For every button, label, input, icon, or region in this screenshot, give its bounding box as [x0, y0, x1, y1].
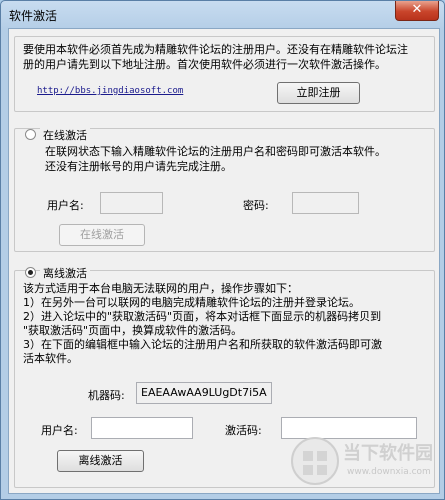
offline-username-label: 用户名:: [41, 424, 78, 437]
online-username-label: 用户名:: [47, 199, 84, 212]
close-icon: ✕: [411, 2, 423, 17]
register-notice-line: 册的用户请先到以下地址注册。首次使用软件必须进行一次软件激活操作。: [23, 58, 386, 71]
offline-activation-radio[interactable]: [25, 267, 36, 278]
offline-description-line: 3）在下面的编辑框中输入论坛的注册用户名和所获取的软件激活码即可激: [23, 338, 382, 351]
offline-activation-label[interactable]: 离线激活: [40, 265, 90, 281]
online-description-line: 还没有注册帐号的用户请先完成注册。: [45, 160, 232, 173]
online-password-input[interactable]: [292, 192, 359, 214]
offline-description-line: 1）在另外一台可以联网的电脑完成精雕软件论坛的注册并登录论坛。: [23, 296, 360, 309]
offline-description: 该方式适用于本台电脑无法联网的用户，操作步骤如下： 1）在另外一台可以联网的电脑…: [23, 282, 382, 366]
offline-username-input[interactable]: [91, 417, 193, 439]
offline-activate-button[interactable]: 离线激活: [57, 450, 144, 472]
online-password-label: 密码:: [243, 199, 269, 212]
watermark-site: www.downxia.com: [347, 467, 431, 477]
online-activation-radio[interactable]: [25, 129, 36, 140]
watermark: 当下软件园 www.downxia.com: [289, 431, 437, 491]
online-activate-button[interactable]: 在线激活: [59, 224, 145, 246]
watermark-brand: 当下软件园: [343, 443, 433, 464]
machine-code-field[interactable]: EAEAAwAA9LUgDt7i5A: [136, 382, 272, 404]
activation-code-label: 激活码:: [225, 424, 262, 437]
offline-description-line: 2）进入论坛中的"获取激活码"页面，将本对话框下面显示的机器码拷贝到: [23, 310, 382, 323]
watermark-logo-icon: [291, 437, 339, 485]
register-now-button[interactable]: 立即注册: [277, 82, 360, 104]
offline-description-line: "获取激活码"页面中，换算成软件的激活码。: [23, 324, 243, 337]
title-bar[interactable]: 软件激活 ✕: [1, 1, 444, 27]
register-group: 要使用本软件必须首先成为精雕软件论坛的注册用户。还没有在精雕软件论坛注 册的用户…: [14, 36, 435, 112]
close-button[interactable]: ✕: [395, 1, 439, 21]
dialog-client-area: 要使用本软件必须首先成为精雕软件论坛的注册用户。还没有在精雕软件论坛注 册的用户…: [8, 28, 440, 494]
radio-dot-icon: [28, 270, 33, 275]
machine-code-label: 机器码:: [88, 389, 125, 402]
activation-window: 软件激活 ✕ 要使用本软件必须首先成为精雕软件论坛的注册用户。还没有在精雕软件论…: [0, 0, 445, 500]
online-description: 在联网状态下输入精雕软件论坛的注册用户名和密码即可激活本软件。 还没有注册帐号的…: [45, 144, 386, 174]
online-username-input[interactable]: [100, 192, 163, 214]
online-activation-label[interactable]: 在线激活: [40, 127, 90, 143]
offline-description-line: 该方式适用于本台电脑无法联网的用户，操作步骤如下：: [23, 282, 298, 295]
online-activation-group: 在线激活 在联网状态下输入精雕软件论坛的注册用户名和密码即可激活本软件。 还没有…: [14, 127, 435, 252]
window-title: 软件激活: [9, 9, 58, 23]
register-url-link[interactable]: http://bbs.jingdiaosoft.com: [37, 86, 183, 96]
online-description-line: 在联网状态下输入精雕软件论坛的注册用户名和密码即可激活本软件。: [45, 145, 386, 158]
offline-description-line: 活本软件。: [23, 352, 78, 365]
register-notice: 要使用本软件必须首先成为精雕软件论坛的注册用户。还没有在精雕软件论坛注 册的用户…: [23, 42, 408, 72]
register-notice-line: 要使用本软件必须首先成为精雕软件论坛的注册用户。还没有在精雕软件论坛注: [23, 43, 408, 56]
